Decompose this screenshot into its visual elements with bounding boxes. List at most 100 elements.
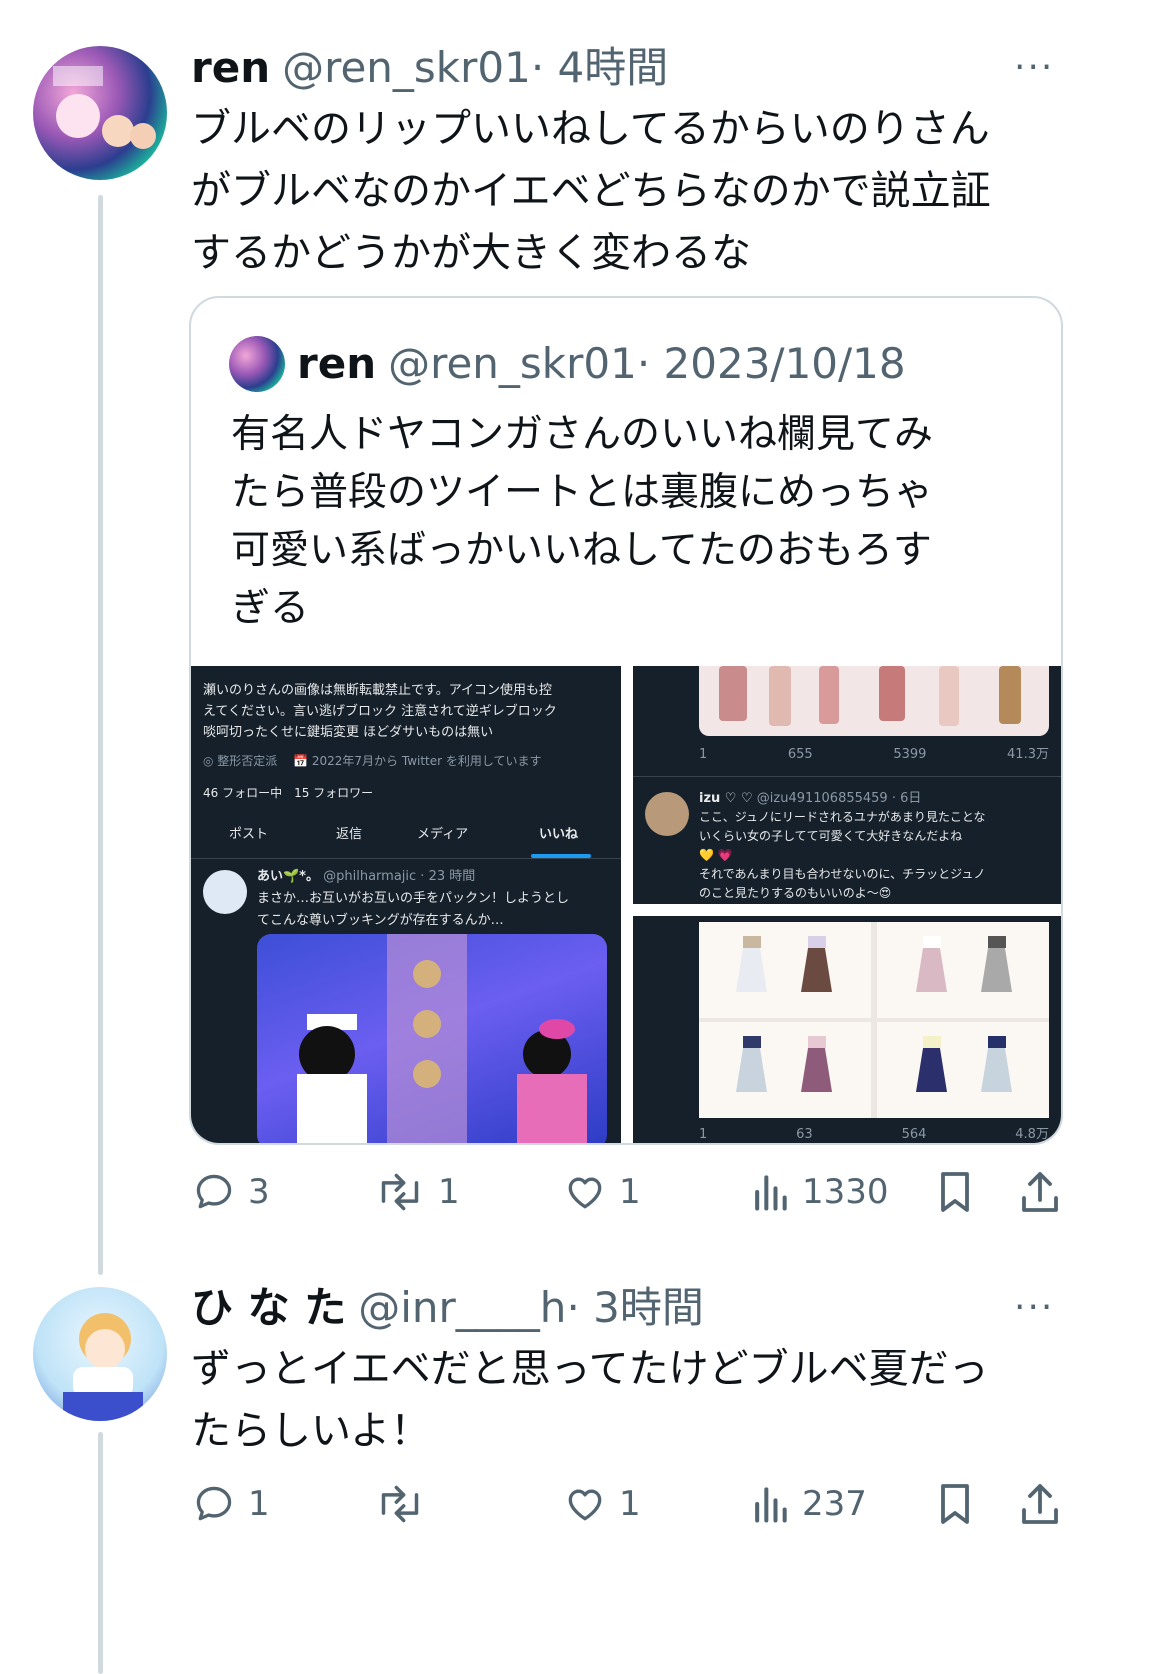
tweet-time[interactable]: · 4時間 [531,43,668,92]
liked-tweet-text: まさか…お互いがお互いの手をパックン！しようとし てこんな尊いブッキングが存在す… [257,888,617,932]
reply-button[interactable]: 3 [192,1170,270,1214]
liked-tweet-line: まさか…お互いがお互いの手をパックン！しようとし [257,891,570,906]
views-icon [755,1487,787,1523]
quoted-header: ren @ren_skr01· 2023/10/18 [297,338,906,390]
stat-replies: 1 [699,747,708,762]
tab-replies: 返信 [336,827,363,842]
lipstick-icons [719,666,1021,726]
retweet-button[interactable]: 1 [374,1170,460,1214]
share-button[interactable] [1018,1168,1062,1216]
avatar-image [53,66,156,149]
mickey-minnie-photo [297,934,587,1143]
izu-header: izu ♡ ♡ @izu491106855459 · 6日 [699,788,921,810]
like-count: 1 [619,1172,641,1212]
views-button[interactable]: 237 [750,1482,867,1526]
reply-count: 1 [248,1484,270,1524]
quoted-author-handle: @ren_skr01 [388,339,637,388]
attached-image-1[interactable]: 瀬いのりさんの画像は無断転載禁止です。アイコン使用も控 えてください。言い逃げブ… [191,666,621,1143]
like-button[interactable]: 1 [563,1170,641,1214]
avatar[interactable] [33,46,167,180]
outfit-grid [699,922,1049,1118]
author-handle[interactable]: @inr____h [358,1283,566,1332]
izu-line: のこと見たりするのもいいのよ〜😍 [699,886,892,900]
avatar[interactable] [33,1287,167,1421]
author-name[interactable]: ren [191,43,270,92]
reply-button[interactable]: 1 [192,1482,270,1526]
lipstick-photo [699,666,1049,736]
quoted-tweet[interactable]: ren @ren_skr01· 2023/10/18 有名人ドヤコンガさんのいいね… [189,296,1063,1145]
bookmark-button[interactable] [935,1480,975,1528]
stat-retweets: 655 [787,747,813,762]
tweet-time[interactable]: · 3時間 [566,1283,703,1332]
quoted-text-line: たら普段のツイートとは裏腹にめっちゃ [231,470,934,515]
stat-likes: 564 [901,1127,927,1142]
tab-likes: いいね [539,827,579,842]
retweet-icon [381,1173,419,1211]
liked-tweet-line: てこんな尊いブッキングが存在するんか… [257,913,504,928]
stat-views: 41.3万 [1007,747,1049,762]
bookmark-icon [941,1172,969,1212]
author-name[interactable]: ひ な た [191,1283,346,1332]
tweet-text-line: ブルベのリップいいねしてるからいのりさん [191,106,990,152]
outfit-images [699,922,1049,1118]
views-count: 237 [802,1484,867,1524]
like-count: 1 [619,1484,641,1524]
retweet-button[interactable] [374,1482,438,1526]
izu-line: それであんまり目も合わせないのに、チラッとジュノ [699,867,986,881]
liked-tweet-name: あい🌱*。 [257,869,319,884]
retweet-icon [381,1485,419,1523]
izu-line: ここ、ジュノにリードされるユナがあまり見たことな [699,810,986,824]
quoted-text: 有名人ドヤコンガさんのいいね欄見てみ たら普段のツイートとは裏腹にめっちゃ 可愛… [231,406,1051,638]
liked-tweet-header: あい🌱*。 @philharmajic · 23 時間 [257,866,475,888]
tab-indicator [531,854,591,858]
izu-name: izu ♡ ♡ [699,791,753,806]
attached-image-2[interactable]: 1 655 5399 41.3万 izu ♡ ♡ @izu49110685545… [633,666,1061,904]
views-icon [755,1175,787,1211]
tab-media: メディア [417,827,469,842]
image-2-stats: 1 655 5399 41.3万 [699,744,1049,766]
bio-line: 瀬いのりさんの画像は無断転載禁止です。アイコン使用も控 [203,683,553,698]
profile-tabs: ポスト 返信 メディア いいね [191,812,621,859]
bio-line: えてください。言い逃げブロック 注意されて逆ギレブロック [203,704,557,719]
more-icon[interactable]: ··· [1014,50,1054,86]
quoted-text-line: 有名人ドヤコンガさんのいいね欄見てみ [231,412,934,457]
liked-tweet-photo [257,934,607,1143]
reply-count: 3 [248,1172,270,1212]
thread-line [98,1432,103,1674]
views-count: 1330 [802,1172,889,1212]
quoted-text-line: 可愛い系ばっかいいねしてたのおもろす [231,528,932,573]
more-icon[interactable]: ··· [1014,1290,1054,1326]
author-handle[interactable]: @ren_skr01 [282,43,531,92]
profile-bio: 瀬いのりさんの画像は無断転載禁止です。アイコン使用も控 えてください。言い逃げブ… [203,680,621,743]
izu-avatar [645,792,689,836]
profile-follow-counts: 46 フォロー中 15 フォロワー [203,786,374,800]
share-button[interactable] [1018,1480,1062,1528]
quoted-date: · 2023/10/18 [636,339,906,388]
liked-tweet-meta: @philharmajic · 23 時間 [323,869,476,884]
attached-image-3[interactable]: 1 63 564 4.8万 [633,916,1061,1143]
like-button[interactable]: 1 [563,1482,641,1526]
stat-views: 4.8万 [1015,1127,1049,1142]
tweet-text: ブルベのリップいいねしてるからいのりさん がブルベなのかイエベどちらなのかで説立… [191,98,1091,284]
tweet-text-line: がブルベなのかイエベどちらなのかで説立証 [191,168,991,214]
avatar-image [63,1313,143,1421]
stat-likes: 5399 [893,747,927,762]
quoted-author-name: ren [297,339,377,388]
divider [633,776,1061,777]
izu-line: いくらい女の子してて可愛くて大好きなんだよね [699,829,963,843]
reply-icon [196,1486,232,1521]
views-button[interactable]: 1330 [750,1170,889,1214]
tweet-header: ひ な た @inr____h· 3時間 [191,1282,704,1334]
tweet-header: ren @ren_skr01· 4時間 [191,42,668,94]
bookmark-button[interactable] [935,1168,975,1216]
bookmark-icon [941,1484,969,1524]
tweet-text-line: ずっとイエベだと思ってたけどブルベ夏だっ [191,1346,989,1392]
quoted-text-line: ぎる [231,586,310,631]
tweet-text: ずっとイエベだと思ってたけどブルベ夏だっ たらしいよ！ [191,1338,1091,1462]
izu-text: ここ、ジュノにリードされるユナがあまり見たことな いくらい女の子してて可愛くて大… [699,808,1059,903]
retweet-count: 1 [438,1172,460,1212]
share-icon [1022,1484,1058,1524]
tweet-text-line: たらしいよ！ [191,1408,431,1454]
reply-icon [196,1174,232,1209]
stat-retweets: 63 [796,1127,813,1142]
